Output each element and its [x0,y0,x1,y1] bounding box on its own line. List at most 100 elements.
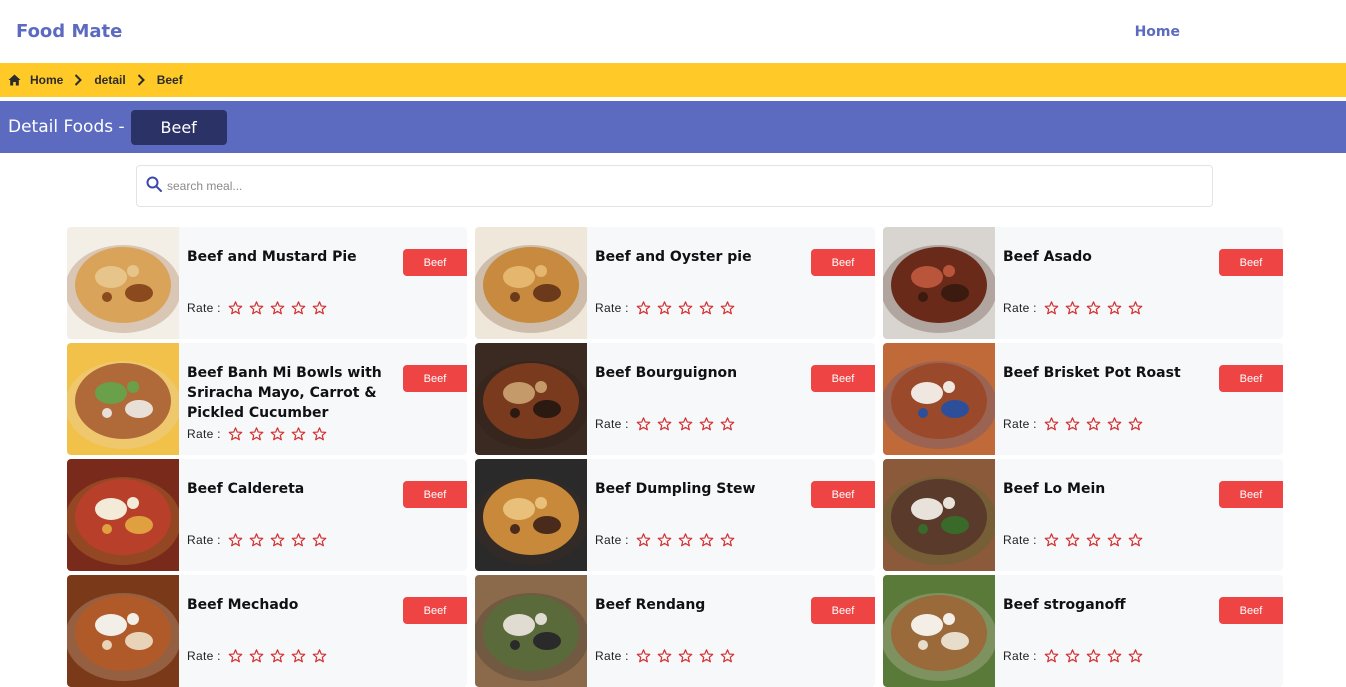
meal-card[interactable]: Beef stroganoff Rate : Beef [883,575,1283,687]
star-outline-icon[interactable] [1128,417,1143,431]
star-outline-icon[interactable] [1128,301,1143,315]
star-outline-icon[interactable] [636,301,651,315]
meal-card[interactable]: Beef Asado Rate : Beef [883,227,1283,339]
home-icon[interactable] [8,74,21,86]
meal-card[interactable]: Beef Banh Mi Bowls with Sriracha Mayo, C… [67,343,467,455]
star-outline-icon[interactable] [312,649,327,663]
star-outline-icon[interactable] [270,649,285,663]
star-outline-icon[interactable] [1065,417,1080,431]
star-outline-icon[interactable] [657,533,672,547]
meal-thumbnail[interactable] [475,575,587,687]
star-outline-icon[interactable] [228,533,243,547]
star-outline-icon[interactable] [1128,649,1143,663]
star-outline-icon[interactable] [228,427,243,441]
star-outline-icon[interactable] [657,301,672,315]
breadcrumb-detail[interactable]: detail [94,73,125,87]
meal-card[interactable]: Beef Caldereta Rate : Beef [67,459,467,571]
star-outline-icon[interactable] [249,533,264,547]
star-outline-icon[interactable] [1107,649,1122,663]
star-outline-icon[interactable] [678,417,693,431]
star-outline-icon[interactable] [228,649,243,663]
meal-card[interactable]: Beef and Oyster pie Rate : Beef [475,227,875,339]
star-outline-icon[interactable] [1086,533,1101,547]
search-box[interactable] [136,165,1213,207]
star-outline-icon[interactable] [720,649,735,663]
star-outline-icon[interactable] [1044,533,1059,547]
meal-thumbnail[interactable] [475,459,587,571]
star-outline-icon[interactable] [312,533,327,547]
brand-logo[interactable]: Food Mate [16,21,122,42]
star-outline-icon[interactable] [720,417,735,431]
star-outline-icon[interactable] [270,533,285,547]
breadcrumb-home[interactable]: Home [30,73,63,87]
star-outline-icon[interactable] [249,649,264,663]
meal-thumbnail[interactable] [475,227,587,339]
star-outline-icon[interactable] [720,533,735,547]
meal-thumbnail[interactable] [67,227,179,339]
meal-card[interactable]: Beef Mechado Rate : Beef [67,575,467,687]
star-outline-icon[interactable] [1086,649,1101,663]
star-outline-icon[interactable] [1107,417,1122,431]
star-outline-icon[interactable] [678,649,693,663]
meal-card[interactable]: Beef Bourguignon Rate : Beef [475,343,875,455]
meal-title[interactable]: Beef Bourguignon [595,363,795,383]
star-outline-icon[interactable] [291,533,306,547]
meal-title[interactable]: Beef Brisket Pot Roast [1003,363,1203,383]
meal-card[interactable]: Beef and Mustard Pie Rate : Beef [67,227,467,339]
star-outline-icon[interactable] [720,301,735,315]
meal-title[interactable]: Beef stroganoff [1003,595,1203,615]
meal-thumbnail[interactable] [67,343,179,455]
meal-thumbnail[interactable] [883,343,995,455]
star-outline-icon[interactable] [249,427,264,441]
star-outline-icon[interactable] [249,301,264,315]
star-outline-icon[interactable] [1086,417,1101,431]
star-outline-icon[interactable] [1065,533,1080,547]
meal-title[interactable]: Beef Rendang [595,595,795,615]
meal-thumbnail[interactable] [883,575,995,687]
meal-title[interactable]: Beef and Mustard Pie [187,247,387,267]
meal-thumbnail[interactable] [883,459,995,571]
meal-thumbnail[interactable] [67,575,179,687]
meal-thumbnail[interactable] [883,227,995,339]
star-outline-icon[interactable] [1065,301,1080,315]
star-outline-icon[interactable] [291,427,306,441]
star-outline-icon[interactable] [657,649,672,663]
star-outline-icon[interactable] [1086,301,1101,315]
star-outline-icon[interactable] [1044,301,1059,315]
meal-title[interactable]: Beef Asado [1003,247,1203,267]
meal-card[interactable]: Beef Brisket Pot Roast Rate : Beef [883,343,1283,455]
star-outline-icon[interactable] [636,649,651,663]
star-outline-icon[interactable] [1044,417,1059,431]
star-outline-icon[interactable] [228,301,243,315]
nav-home-link[interactable]: Home [1135,24,1180,40]
star-outline-icon[interactable] [270,427,285,441]
star-outline-icon[interactable] [1044,649,1059,663]
star-outline-icon[interactable] [678,301,693,315]
meal-card[interactable]: Beef Rendang Rate : Beef [475,575,875,687]
star-outline-icon[interactable] [636,417,651,431]
meal-title[interactable]: Beef Dumpling Stew [595,479,795,499]
meal-title[interactable]: Beef Banh Mi Bowls with Sriracha Mayo, C… [187,363,387,423]
star-outline-icon[interactable] [657,417,672,431]
star-outline-icon[interactable] [1065,649,1080,663]
meal-card[interactable]: Beef Lo Mein Rate : Beef [883,459,1283,571]
star-outline-icon[interactable] [291,301,306,315]
star-outline-icon[interactable] [699,533,714,547]
star-outline-icon[interactable] [699,649,714,663]
star-outline-icon[interactable] [1107,301,1122,315]
search-input[interactable] [167,179,1180,193]
star-outline-icon[interactable] [270,301,285,315]
star-outline-icon[interactable] [699,301,714,315]
star-outline-icon[interactable] [678,533,693,547]
meal-card[interactable]: Beef Dumpling Stew Rate : Beef [475,459,875,571]
star-outline-icon[interactable] [1128,533,1143,547]
meal-title[interactable]: Beef Mechado [187,595,387,615]
star-outline-icon[interactable] [312,301,327,315]
meal-thumbnail[interactable] [67,459,179,571]
meal-title[interactable]: Beef Caldereta [187,479,387,499]
star-outline-icon[interactable] [636,533,651,547]
star-outline-icon[interactable] [291,649,306,663]
star-outline-icon[interactable] [699,417,714,431]
meal-title[interactable]: Beef and Oyster pie [595,247,795,267]
meal-thumbnail[interactable] [475,343,587,455]
